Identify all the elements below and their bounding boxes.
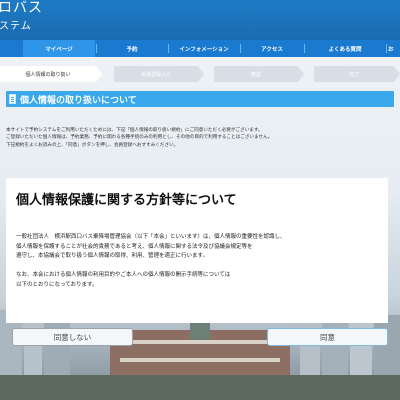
main-nav: マイページ 予約 インフォメーション アクセス よくある質問 お <box>0 40 400 57</box>
nav-item-faq[interactable]: よくある質問 <box>305 40 385 57</box>
document-icon <box>9 94 16 104</box>
nav-item-access[interactable]: アクセス <box>241 40 303 57</box>
step-confirm: 確認 <box>214 66 304 82</box>
nav-divider <box>386 44 387 53</box>
nav-item-contact[interactable]: お <box>388 40 400 57</box>
policy-line: 個人情報を保護することが社会的責務であると考え、個人情報に関する法令及び協議会規… <box>16 243 253 250</box>
intro-line: 本サイトで予約システムをご利用いただくためには、下記「個人情報の取り扱い規約」に… <box>6 128 263 133</box>
policy-line: 一般社団法人 横浜駅西口バス乗降場管理協会（以下「本会」といいます）は、個人情報… <box>16 234 286 240</box>
nav-item-mypage[interactable]: マイページ <box>23 40 95 57</box>
policy-line: 以下のとおりになっております。 <box>16 281 98 288</box>
site-header: ロバス ステム <box>0 0 400 40</box>
progress-steps: 個人情報の取り扱い 会員登録入力 確認 完了 <box>0 66 400 82</box>
policy-line: なお、本会における個人情報の利用目的やご本人への個人情報の開示手続等については <box>16 272 231 279</box>
policy-line: 遵守し、本協議会で取り扱う個人情報の取得、利用、管理を適正に行います。 <box>16 253 208 260</box>
policy-title: 個人情報保護に関する方針等について <box>16 193 237 208</box>
section-header: 個人情報の取り扱いについて <box>6 91 394 107</box>
nav-item-information[interactable]: インフォメーション <box>169 40 239 57</box>
nav-item-reservation[interactable]: 予約 <box>97 40 167 57</box>
step-complete: 完了 <box>314 66 400 82</box>
intro-line: 下記規約をよくお読みの上、「同意」ボタンを押し、会員登録へおすすみください。 <box>6 142 179 148</box>
step-registration: 会員登録入力 <box>114 66 204 82</box>
policy-body: 一般社団法人 横浜駅西口バス乗降場管理協会（以下「本会」といいます）は、個人情報… <box>16 233 384 291</box>
site-logo-text[interactable]: ロバス <box>0 0 43 17</box>
disagree-button[interactable]: 同意しない <box>12 328 133 346</box>
site-logo-subtext: ステム <box>0 21 32 32</box>
step-privacy: 個人情報の取り扱い <box>0 66 102 82</box>
intro-line: ご登録いただいた個人情報は、予約業務、予約に関わる各種手続のみの利用とし、その他… <box>6 135 273 141</box>
intro-text: 本サイトで予約システムをご利用いただくためには、下記「個人情報の取り扱い規約」に… <box>6 127 396 149</box>
policy-box: 個人情報保護に関する方針等について 一般社団法人 横浜駅西口バス乗降場管理協会（… <box>6 178 388 323</box>
section-title: 個人情報の取り扱いについて <box>20 95 137 106</box>
agree-button[interactable]: 同意 <box>267 328 388 346</box>
